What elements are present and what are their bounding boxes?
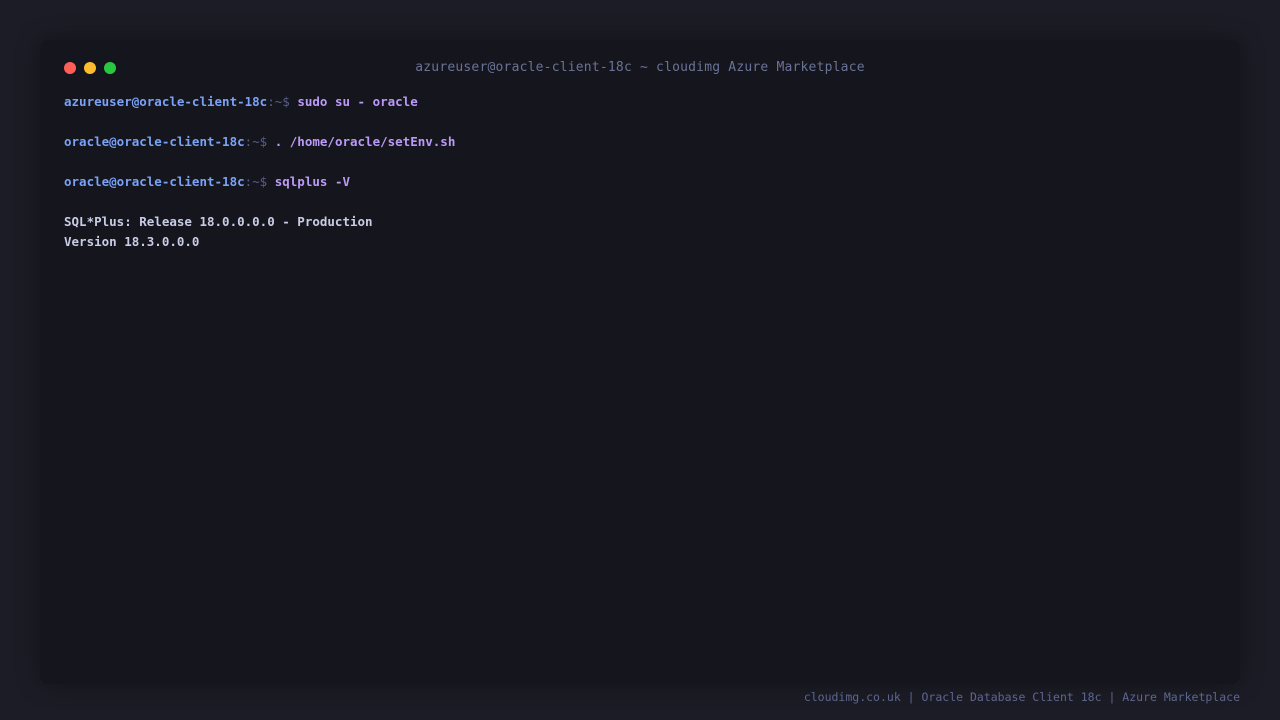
command-text: . /home/oracle/setEnv.sh xyxy=(274,134,456,149)
prompt-symbol: :~$ xyxy=(244,174,275,189)
output-line: SQL*Plus: Release 18.0.0.0.0 - Productio… xyxy=(64,214,373,229)
prompt-line: oracle@oracle-client-18c:~$ . /home/orac… xyxy=(64,132,1216,152)
prompt-user-host: oracle@oracle-client-18c xyxy=(64,174,245,189)
command-text: sudo su - oracle xyxy=(297,94,418,109)
footer-caption: cloudimg.co.uk | Oracle Database Client … xyxy=(803,690,1240,704)
prompt-user-host: azureuser@oracle-client-18c xyxy=(64,94,268,109)
title-bar[interactable]: azureuser@oracle-client-18c ~ cloudimg A… xyxy=(40,40,1240,96)
terminal-window[interactable]: azureuser@oracle-client-18c ~ cloudimg A… xyxy=(40,40,1240,684)
prompt-line: azureuser@oracle-client-18c:~$ sudo su -… xyxy=(64,92,1216,112)
window-title: azureuser@oracle-client-18c ~ cloudimg A… xyxy=(415,60,865,75)
prompt-line: oracle@oracle-client-18c:~$ sqlplus -V xyxy=(64,172,1216,192)
terminal-output[interactable]: azureuser@oracle-client-18c:~$ sudo su -… xyxy=(64,92,1216,252)
command-text: sqlplus -V xyxy=(274,174,350,189)
prompt-symbol: :~$ xyxy=(267,94,298,109)
output-line: Version 18.3.0.0.0 xyxy=(64,234,200,249)
prompt-symbol: :~$ xyxy=(244,134,275,149)
prompt-user-host: oracle@oracle-client-18c xyxy=(64,134,245,149)
